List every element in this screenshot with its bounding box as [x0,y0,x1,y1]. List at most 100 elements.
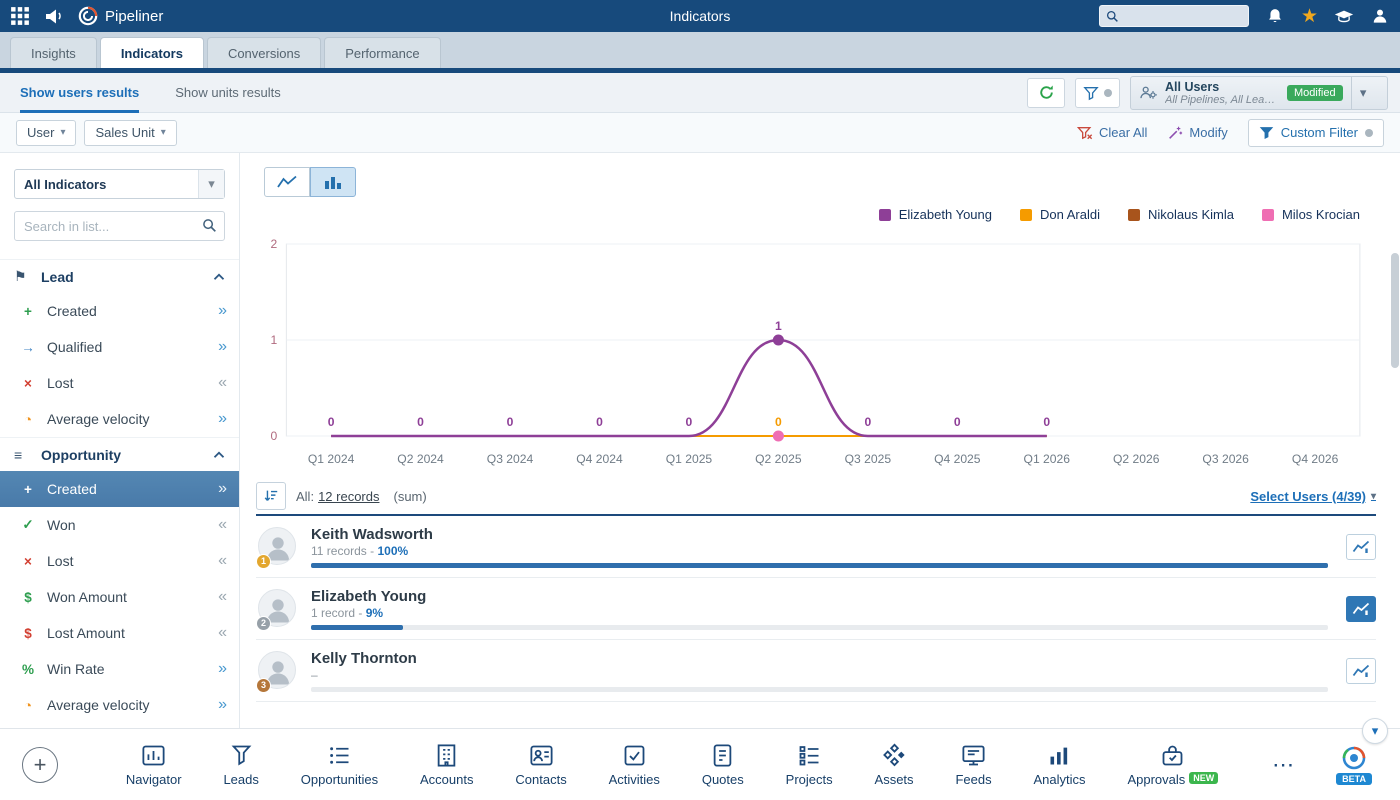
chart-type-toggle [264,167,356,197]
nav-item-analytics[interactable]: Analytics [1034,742,1086,787]
fast-forward-icon[interactable]: » [218,661,227,677]
vertical-scrollbar[interactable] [1391,158,1399,720]
main-content: Elizabeth Young Don Araldi Nikolaus Kimla M… [240,153,1400,728]
sidebar-section-lead[interactable]: ⚑Lead [0,259,239,293]
page-title: Indicators [670,8,731,24]
nav-item-feeds[interactable]: Feeds [955,742,991,787]
toggle-user-on-chart-button[interactable] [1346,596,1376,622]
records-count-link[interactable]: 12 records [318,489,379,504]
megaphone-icon[interactable] [44,6,64,26]
tab-insights[interactable]: Insights [10,37,97,68]
global-search[interactable] [1099,5,1249,27]
fast-forward-icon[interactable]: » [218,697,227,713]
refresh-button[interactable] [1027,78,1065,108]
nav-item-quotes[interactable]: Quotes [702,742,744,787]
rewind-icon[interactable]: « [218,625,227,641]
chevron-down-icon[interactable]: ▾ [1351,77,1375,109]
nav-item-label: Quotes [702,772,744,787]
rewind-icon[interactable]: « [218,517,227,533]
target-profile-selector[interactable]: All Users All Pipelines, All Lea… Modifi… [1130,76,1388,110]
rewind-icon[interactable]: « [218,589,227,605]
nav-item-leads[interactable]: Leads [223,742,258,787]
notifications-bell-icon[interactable] [1265,6,1285,26]
lost-icon: × [18,554,38,569]
legend-item-don-araldi[interactable]: Don Araldi [1020,207,1100,222]
chevron-down-icon: ▾ [161,127,166,138]
sidebar-item-opportunity-lost[interactable]: ×Lost« [0,543,239,579]
rewind-icon[interactable]: « [218,553,227,569]
nav-item-navigator[interactable]: Navigator [126,742,182,787]
select-users-link[interactable]: Select Users (4/39) ▾ [1250,489,1376,504]
rewind-icon[interactable]: « [218,375,227,391]
custom-filter-button[interactable]: Custom Filter [1248,119,1384,147]
fast-forward-icon[interactable]: » [218,303,227,319]
nav-item-pipeliner-ai[interactable]: BETA [1336,745,1372,785]
sidebar-item-opportunity-created[interactable]: +Created» [0,471,239,507]
indicator-type-select[interactable]: All Indicators ▾ [14,169,225,199]
won-amount-icon: $ [18,590,38,605]
user-avatar-icon[interactable] [1370,6,1390,26]
sidebar-section-opportunity[interactable]: ≡Opportunity [0,437,239,471]
tab-conversions[interactable]: Conversions [207,37,321,68]
nav-item-label: Leads [223,772,258,787]
sidebar-item-opportunity-won[interactable]: ✓Won« [0,507,239,543]
sidebar-item-lead-lost[interactable]: ×Lost« [0,365,239,401]
tab-indicators[interactable]: Indicators [100,37,204,68]
svg-text:0: 0 [271,429,278,443]
legend-item-elizabeth-young[interactable]: Elizabeth Young [879,207,992,222]
user-row-keith-wadsworth[interactable]: 1Keith Wadsworth11 records - 100% [256,516,1376,578]
avatar: 1 [258,527,298,567]
toggle-user-on-chart-button[interactable] [1346,534,1376,560]
user-row-elizabeth-young[interactable]: 2Elizabeth Young1 record - 9% [256,578,1376,640]
filter-button[interactable] [1075,78,1120,108]
sales-unit-filter-button[interactable]: Sales Unit▾ [84,120,176,146]
sidebar-item-lead-average-velocity[interactable]: ◔Average velocity» [0,401,239,437]
nav-item-activities[interactable]: Activities [609,742,660,787]
sidebar-item-opportunity-won-amount[interactable]: $Won Amount« [0,579,239,615]
global-search-input[interactable] [1119,9,1239,23]
toggle-user-on-chart-button[interactable] [1346,658,1376,684]
sidebar-item-opportunity-lost-amount[interactable]: $Lost Amount« [0,615,239,651]
nav-item-projects[interactable]: Projects [786,742,833,787]
clear-all-button[interactable]: Clear All [1077,125,1147,141]
more-menu-button[interactable]: ⋯ [1272,752,1296,778]
user-filter-button[interactable]: User▾ [16,120,76,146]
sidebar-item-label: Average velocity [47,697,218,713]
sidebar-item-lead-created[interactable]: +Created» [0,293,239,329]
nav-item-label: Feeds [955,772,991,787]
sidebar-item-label: Created [47,481,218,497]
app-grid-icon[interactable] [10,6,30,26]
collapse-bottombar-button[interactable]: ▾ [1362,718,1388,744]
svg-text:Q3 2026: Q3 2026 [1202,452,1249,466]
line-chart-toggle[interactable] [264,167,310,197]
nav-item-assets[interactable]: Assets [875,742,914,787]
nav-item-contacts[interactable]: Contacts [515,742,566,787]
feeds-icon [960,742,987,769]
scrollbar-thumb[interactable] [1391,253,1399,368]
tab-show-units-results[interactable]: Show units results [175,73,281,113]
sidebar-item-label: Qualified [47,339,218,355]
tab-show-users-results[interactable]: Show users results [20,73,139,113]
sidebar-item-lead-qualified[interactable]: →Qualified» [0,329,239,365]
learning-cap-icon[interactable] [1334,6,1354,26]
nav-item-opportunities[interactable]: Opportunities [301,742,378,787]
fast-forward-icon[interactable]: » [218,481,227,497]
nav-item-accounts[interactable]: Accounts [420,742,473,787]
fast-forward-icon[interactable]: » [218,411,227,427]
modify-button[interactable]: Modify [1167,125,1227,141]
user-row-kelly-thornton[interactable]: 3Kelly Thornton– [256,640,1376,702]
tab-performance[interactable]: Performance [324,37,440,68]
sidebar-item-opportunity-win-rate[interactable]: %Win Rate» [0,651,239,687]
add-new-button[interactable]: + [22,747,58,783]
fast-forward-icon[interactable]: » [218,339,227,355]
bar-chart-toggle[interactable] [310,167,356,197]
sidebar-section-label: Lead [41,269,213,285]
favorites-star-icon[interactable]: ★ [1301,7,1318,26]
sidebar-search-input[interactable] [14,211,225,241]
rank-badge: 1 [256,554,271,569]
nav-item-approvals[interactable]: ApprovalsNEW [1127,742,1218,787]
sidebar-item-opportunity-average-velocity[interactable]: ◔Average velocity» [0,687,239,723]
sort-button[interactable] [256,482,286,510]
legend-item-milos-krocian[interactable]: Milos Krocian [1262,207,1360,222]
legend-item-nikolaus-kimla[interactable]: Nikolaus Kimla [1128,207,1234,222]
